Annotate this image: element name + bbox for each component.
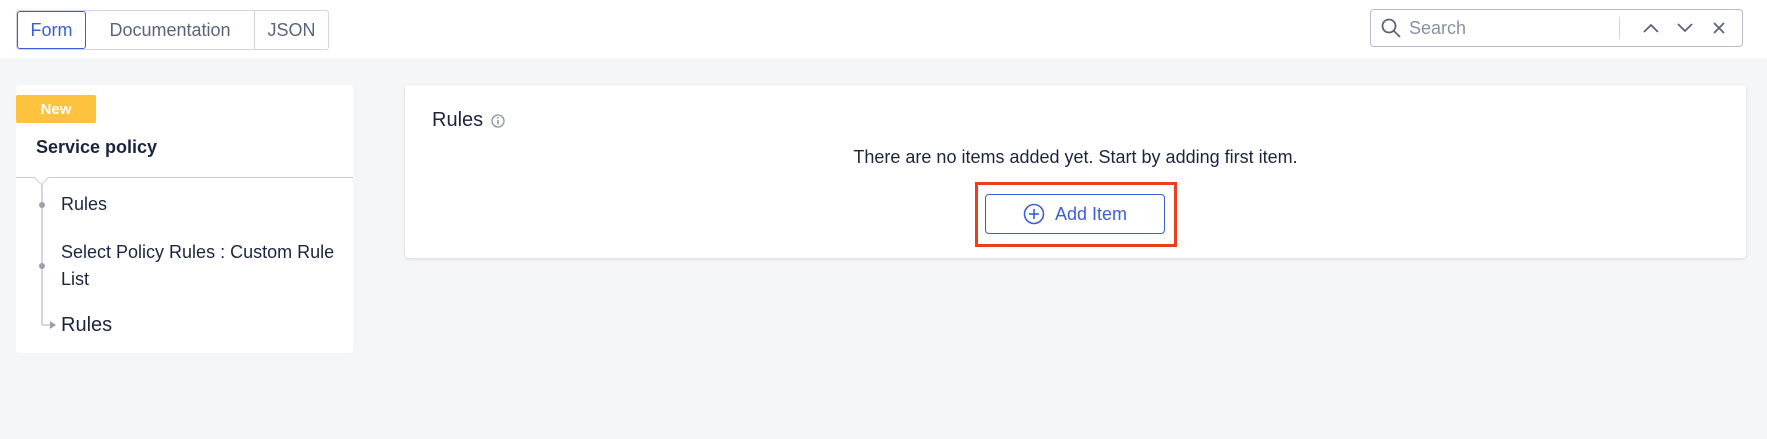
sidebar-item-rules-current[interactable]: Rules [61,312,112,339]
search-box [1370,9,1743,47]
top-toolbar: Form Documentation JSON [0,0,1767,58]
status-badge: New [16,95,96,123]
search-icon [1381,18,1401,38]
add-item-label: Add Item [1054,203,1128,224]
info-icon[interactable] [491,113,505,128]
tree-dot [39,202,45,208]
rules-title: Rules [432,109,484,131]
tab-form[interactable]: Form [17,11,86,49]
chevron-down-icon[interactable] [1668,23,1702,33]
sidebar-item-rules[interactable]: Rules [61,191,107,218]
card-title: Rules [432,109,505,132]
sidebar-item-select-policy-rules[interactable]: Select Policy Rules : Custom Rule List [61,239,346,293]
search-separator [1619,17,1620,39]
tab-json[interactable]: JSON [255,11,328,49]
close-icon[interactable] [1702,22,1736,34]
empty-state-message: There are no items added yet. Start by a… [853,147,1298,167]
sidebar-card: New Service policy Rules Select Policy R… [16,85,353,353]
add-item-button[interactable]: Add Item [985,194,1165,234]
search-input[interactable] [1407,16,1611,40]
sidebar-divider [16,177,353,178]
sidebar-title: Service policy [36,137,158,157]
sidebar-notch [33,169,50,186]
tab-documentation[interactable]: Documentation [86,11,255,49]
tree-dot [39,263,45,269]
view-tabs: Form Documentation JSON [16,10,329,50]
chevron-up-icon[interactable] [1634,23,1668,33]
tree-arrow-icon [50,321,56,329]
plus-circle-icon [1023,203,1045,225]
